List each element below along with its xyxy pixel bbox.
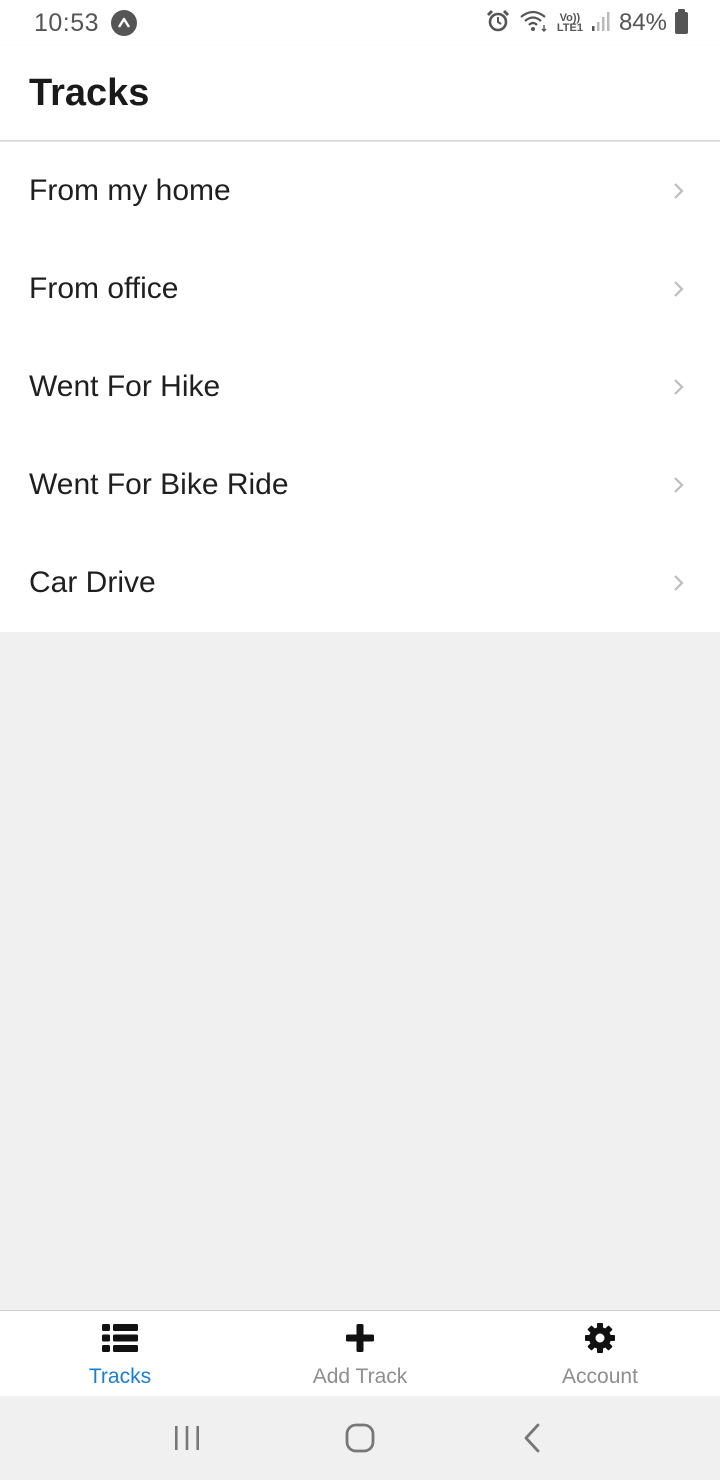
tab-tracks[interactable]: Tracks <box>0 1311 240 1396</box>
tab-account[interactable]: Account <box>480 1311 720 1396</box>
track-item[interactable]: From my home <box>0 142 720 240</box>
app-notification-icon <box>111 10 138 36</box>
recent-apps-icon <box>174 1426 199 1450</box>
wifi-icon <box>519 9 549 38</box>
signal-icon <box>591 10 611 37</box>
chevron-right-icon <box>674 183 684 199</box>
app-header: Tracks <box>0 46 720 141</box>
tab-label: Account <box>562 1365 638 1388</box>
alarm-icon <box>485 9 511 38</box>
status-time: 10:53 <box>34 8 100 37</box>
chevron-right-icon <box>674 477 684 493</box>
chevron-right-icon <box>674 379 684 395</box>
plus-icon <box>341 1321 379 1355</box>
recent-apps-button[interactable] <box>157 1408 217 1468</box>
screen: 10:53 Vo)) LTE1 84% Tracks From my home … <box>0 0 720 1480</box>
battery-percent: 84% <box>618 9 667 36</box>
track-item[interactable]: Went For Bike Ride <box>0 436 720 534</box>
track-label: From office <box>29 272 179 305</box>
track-label: Went For Bike Ride <box>29 468 289 501</box>
track-list: From my home From office Went For Hike W… <box>0 142 720 632</box>
chevron-right-icon <box>674 281 684 297</box>
bottom-tab-bar: Tracks Add Track Account <box>0 1310 720 1396</box>
track-item[interactable]: Went For Hike <box>0 338 720 436</box>
volte-icon: Vo)) LTE1 <box>556 13 583 34</box>
system-nav-bar <box>0 1396 720 1480</box>
list-icon <box>101 1321 139 1355</box>
home-icon <box>345 1423 375 1453</box>
tab-add-track[interactable]: Add Track <box>240 1311 480 1396</box>
track-label: Car Drive <box>29 566 156 599</box>
track-label: From my home <box>29 174 231 207</box>
track-item[interactable]: Car Drive <box>0 534 720 632</box>
track-item[interactable]: From office <box>0 240 720 338</box>
home-button[interactable] <box>330 1408 390 1468</box>
gear-icon <box>581 1321 619 1355</box>
tab-label: Add Track <box>312 1365 408 1388</box>
chevron-right-icon <box>674 575 684 591</box>
battery-icon <box>675 9 688 34</box>
page-title: Tracks <box>29 71 150 114</box>
status-left: 10:53 <box>34 8 138 38</box>
network-label: LTE1 <box>556 22 583 34</box>
status-bar: 10:53 Vo)) LTE1 84% <box>0 0 720 46</box>
back-icon <box>524 1423 540 1453</box>
back-button[interactable] <box>503 1408 563 1468</box>
status-right: Vo)) LTE1 84% <box>485 9 688 38</box>
tab-label: Tracks <box>88 1365 152 1388</box>
track-label: Went For Hike <box>29 370 221 403</box>
